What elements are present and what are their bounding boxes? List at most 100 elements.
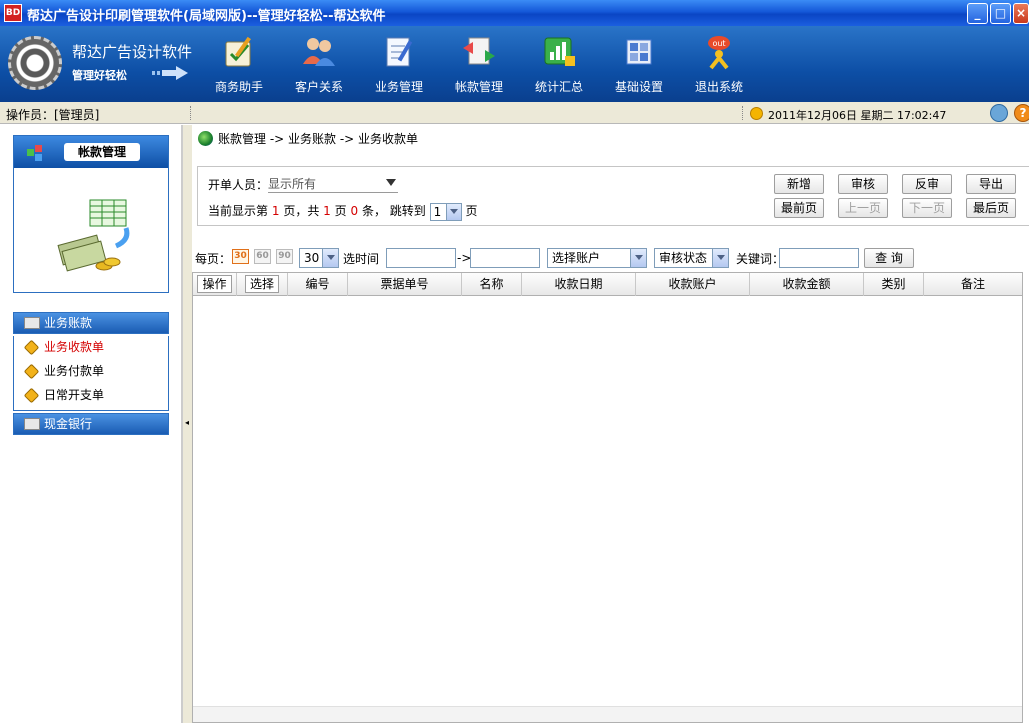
last-page-button[interactable]: 最后页 — [966, 198, 1016, 218]
status-divider — [190, 106, 191, 120]
sidebar-group-business-accounts[interactable]: 业务账款 — [13, 312, 169, 334]
query-button[interactable]: 查 询 — [864, 248, 914, 268]
add-button[interactable]: 新增 — [774, 174, 824, 194]
toolbar-label: 帐款管理 — [454, 80, 503, 94]
total-pages: 1 — [323, 204, 331, 218]
gear-logo-icon — [8, 36, 62, 90]
sidebar-item-receipt[interactable]: 业务收款单 — [14, 336, 164, 358]
table-header: 操作 选择 编号 票据单号 名称 收款日期 收款账户 收款金额 类别 备注 — [193, 272, 1022, 296]
time-from-input[interactable] — [386, 248, 456, 268]
module-title: 帐款管理 — [64, 143, 140, 161]
column-header-action: 操作 — [193, 273, 237, 296]
account-select[interactable]: 选择账户 — [547, 248, 647, 268]
select-all-button[interactable]: 选择 — [244, 275, 279, 293]
sidebar-group-label: 现金银行 — [44, 417, 93, 431]
toolbar-customer-relations[interactable]: 客户关系 — [284, 34, 354, 98]
globe-icon — [198, 131, 213, 146]
per-page-60[interactable]: 60 — [254, 249, 271, 264]
column-header-receipt-amount[interactable]: 收款金额 — [750, 273, 864, 296]
creator-select-value: 显示所有 — [268, 177, 317, 191]
horizontal-scrollbar[interactable] — [193, 706, 1022, 722]
toolbar-exit-system[interactable]: out 退出系统 — [684, 34, 754, 98]
jump-page-select[interactable]: 1 — [429, 202, 462, 221]
per-page-90[interactable]: 90 — [276, 249, 293, 264]
toolbar-label: 统计汇总 — [534, 80, 583, 94]
main-header: 帮达广告设计软件 管理好轻松 商务助手 客户关系 业务管理 帐款管理 统计汇总 … — [0, 26, 1029, 102]
sidebar-item-payment[interactable]: 业务付款单 — [14, 360, 164, 382]
chart-icon — [544, 37, 575, 66]
time-to-input[interactable] — [470, 248, 540, 268]
creator-label: 开单人员： — [208, 178, 269, 192]
minimize-button[interactable]: _ — [967, 3, 988, 24]
users-icon — [303, 38, 335, 66]
maximize-button[interactable]: □ — [990, 3, 1011, 24]
jump-page-value: 1 — [433, 204, 442, 219]
page-info-text: 页 — [334, 204, 347, 218]
logo-subtitle: 管理好轻松 — [72, 69, 127, 82]
breadcrumb: 账款管理 -> 业务账款 -> 业务收款单 — [198, 131, 418, 147]
per-page-select[interactable]: 30 — [299, 248, 339, 268]
cube-icon — [23, 387, 40, 404]
action-column-button[interactable]: 操作 — [197, 275, 232, 293]
audit-status-value: 审核状态 — [659, 251, 708, 265]
toolbar-label: 业务管理 — [374, 80, 423, 94]
status-divider — [742, 106, 743, 120]
export-button[interactable]: 导出 — [966, 174, 1016, 194]
toolbar-business-assistant[interactable]: 商务助手 — [204, 34, 274, 98]
sidebar-splitter[interactable]: ◂ — [182, 125, 192, 723]
edit-document-icon — [386, 37, 413, 67]
app-logo-icon: BD — [4, 4, 22, 22]
toolbar-accounts-management[interactable]: 帐款管理 — [444, 34, 514, 98]
audit-button[interactable]: 审核 — [838, 174, 888, 194]
chevron-down-icon[interactable] — [630, 249, 646, 267]
left-sidebar: 帐款管理 业务账款 业务收款单 业务付款单 日常开支单 现金银行 — [0, 125, 182, 723]
clock-icon — [750, 107, 763, 120]
help-icon[interactable]: ? — [1014, 104, 1029, 122]
chevron-down-icon[interactable] — [322, 249, 338, 267]
prev-page-button[interactable]: 上一页 — [838, 198, 888, 218]
cubes-icon — [27, 145, 42, 161]
chevron-down-icon[interactable] — [712, 249, 728, 267]
next-page-button[interactable]: 下一页 — [902, 198, 952, 218]
cube-icon — [23, 339, 40, 356]
sidebar-item-label: 日常开支单 — [44, 388, 105, 402]
collapse-arrow-icon[interactable]: ◂ — [185, 418, 189, 427]
module-header: 帐款管理 — [14, 136, 168, 168]
status-bar: 操作员：[管理员] 2011年12月06日 星期二 17:02:47 ? — [0, 102, 1029, 124]
unaudit-button[interactable]: 反审 — [902, 174, 952, 194]
column-header-remark[interactable]: 备注 — [924, 273, 1022, 296]
audit-status-select[interactable]: 审核状态 — [654, 248, 729, 268]
per-page-30[interactable]: 30 — [232, 249, 249, 264]
sidebar-item-daily-expense[interactable]: 日常开支单 — [14, 384, 164, 406]
column-header-bill-number[interactable]: 票据单号 — [348, 273, 462, 296]
sidebar-group-cash-bank[interactable]: 现金银行 — [13, 413, 169, 435]
sidebar-item-label: 业务付款单 — [44, 364, 105, 378]
page-info-text: 当前显示第 — [208, 204, 269, 218]
toolbar-business-management[interactable]: 业务管理 — [364, 34, 434, 98]
chevron-down-icon[interactable] — [445, 203, 461, 220]
page-info-text: 页 — [465, 204, 478, 218]
column-header-receipt-account[interactable]: 收款账户 — [636, 273, 750, 296]
folder-icon — [24, 418, 40, 430]
time-label: 选时间 — [343, 252, 380, 266]
filter-panel: 开单人员： 显示所有 当前显示第 1 页，共 1 页 0 条， 跳转到 1 页 … — [197, 166, 1029, 226]
toolbar-statistics[interactable]: 统计汇总 — [524, 34, 594, 98]
first-page-button[interactable]: 最前页 — [774, 198, 824, 218]
breadcrumb-text: 账款管理 -> 业务账款 -> 业务收款单 — [218, 132, 419, 146]
column-header-category[interactable]: 类别 — [864, 273, 924, 296]
current-datetime: 2011年12月06日 星期二 17:02:47 — [768, 109, 947, 122]
column-header-receipt-date[interactable]: 收款日期 — [522, 273, 636, 296]
folder-icon — [24, 317, 40, 329]
toolbar-basic-settings[interactable]: 基础设置 — [604, 34, 674, 98]
column-header-number[interactable]: 编号 — [288, 273, 348, 296]
toolbar-label: 客户关系 — [294, 80, 343, 94]
chevron-down-icon — [386, 179, 396, 186]
keyword-input[interactable] — [779, 248, 859, 268]
close-button[interactable]: × — [1013, 3, 1029, 24]
user-icon[interactable] — [990, 104, 1008, 122]
column-header-name[interactable]: 名称 — [462, 273, 522, 296]
creator-select[interactable]: 显示所有 — [268, 175, 398, 193]
operator-label: 操作员：[管理员] — [6, 108, 100, 122]
cube-icon — [23, 363, 40, 380]
keyword-label: 关键词： — [736, 252, 785, 266]
